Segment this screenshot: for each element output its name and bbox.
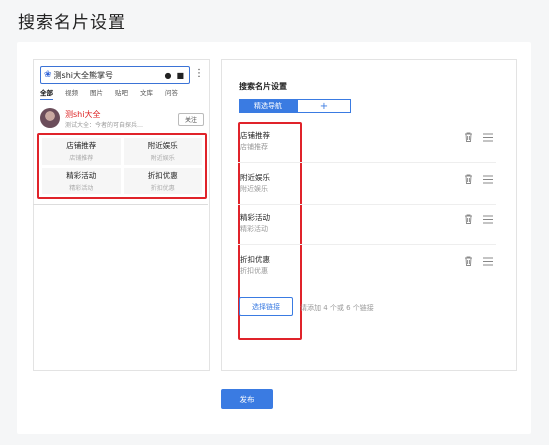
list-item[interactable]: 精彩活动 精彩活动 <box>238 212 496 252</box>
item-sub: 店铺推荐 <box>240 143 268 151</box>
grid-cell-title: 折扣优惠 <box>147 170 178 180</box>
preview-tab-wenku: 文库 <box>140 89 153 97</box>
grid-cell-title: 店铺推荐 <box>66 141 97 151</box>
drag-handle-icon[interactable] <box>483 175 493 184</box>
preview-tab-qa: 问答 <box>165 89 178 97</box>
preview-tab-image: 图片 <box>90 89 103 97</box>
trash-icon[interactable] <box>464 174 473 184</box>
preview-grid-cell: 店铺推荐 店铺推荐 <box>42 138 121 165</box>
preview-grid-cell: 附近娱乐 附近娱乐 <box>123 138 202 165</box>
choose-link-button[interactable]: 选择链接 <box>239 297 293 316</box>
avatar <box>40 108 60 128</box>
profile-desc: 测试大全：今者的可自探兵… <box>65 122 144 129</box>
drag-handle-icon[interactable] <box>483 257 493 266</box>
item-sub: 折扣优惠 <box>240 267 268 275</box>
list-item[interactable]: 店铺推荐 店铺推荐 <box>238 130 496 170</box>
page-title: 搜索名片设置 <box>18 13 126 33</box>
preview-grid-cell: 精彩活动 精彩活动 <box>42 167 121 194</box>
more-icon: ⋮ <box>194 68 204 79</box>
settings-tabs: 精选导航 + <box>239 99 351 113</box>
profile-name: 测shi大全 <box>65 110 101 119</box>
preview-divider <box>33 204 208 205</box>
baidu-paw-icon: ❀ <box>44 70 52 80</box>
row-divider <box>238 162 496 163</box>
grid-cell-sub: 折扣优惠 <box>150 184 175 192</box>
settings-title: 搜索名片设置 <box>239 82 287 91</box>
drag-handle-icon[interactable] <box>483 215 493 224</box>
trash-icon[interactable] <box>464 132 473 142</box>
tab-featured-nav[interactable]: 精选导航 <box>239 99 297 113</box>
grid-cell-title: 附近娱乐 <box>147 141 178 151</box>
item-title: 精彩活动 <box>240 213 270 222</box>
trash-icon[interactable] <box>464 256 473 266</box>
item-sub: 精彩活动 <box>240 225 268 233</box>
item-sub: 附近娱乐 <box>240 185 268 193</box>
preview-tab-video: 视频 <box>65 89 78 97</box>
trash-icon[interactable] <box>464 214 473 224</box>
grid-cell-sub: 附近娱乐 <box>150 155 175 163</box>
row-divider <box>238 244 496 245</box>
microphone-icon: ● <box>164 70 172 80</box>
list-item[interactable]: 折扣优惠 折扣优惠 <box>240 254 496 294</box>
camera-icon: ■ <box>176 70 184 80</box>
follow-button: 关注 <box>178 113 204 126</box>
settings-panel: 搜索名片设置 精选导航 + 店铺推荐 店铺推荐 附近娱乐 附近娱乐 精彩活动 精… <box>221 59 517 371</box>
preview-profile: 测shi大全 测试大全：今者的可自探兵… 关注 <box>40 106 205 132</box>
drag-handle-icon[interactable] <box>483 133 493 142</box>
preview-tab-all: 全部 <box>40 87 53 100</box>
preview-search-bar: ❀ 测shi大全熊掌号 ● ■ <box>40 66 190 84</box>
phone-preview: ❀ 测shi大全熊掌号 ● ■ ⋮ 全部 视频 图片 贴吧 文库 问答 测shi… <box>33 59 210 371</box>
grid-cell-sub: 精彩活动 <box>69 184 94 192</box>
grid-cell-sub: 店铺推荐 <box>69 155 94 163</box>
add-tab-button[interactable]: + <box>297 99 351 113</box>
preview-tab-tieba: 贴吧 <box>115 89 128 97</box>
preview-search-query: 测shi大全熊掌号 <box>53 70 114 80</box>
preview-grid-cell: 折扣优惠 折扣优惠 <box>123 167 202 194</box>
item-title: 折扣优惠 <box>240 255 270 264</box>
link-count-hint: 请添加 4 个或 6 个链接 <box>300 304 374 312</box>
item-title: 店铺推荐 <box>240 131 270 140</box>
publish-button[interactable]: 发布 <box>221 389 273 409</box>
grid-cell-title: 精彩活动 <box>66 170 97 180</box>
row-divider <box>238 204 496 205</box>
preview-tabs: 全部 视频 图片 贴吧 文库 问答 <box>40 87 205 100</box>
list-item[interactable]: 附近娱乐 附近娱乐 <box>238 172 496 212</box>
item-title: 附近娱乐 <box>240 173 270 182</box>
preview-nav-grid: 店铺推荐 店铺推荐 附近娱乐 附近娱乐 精彩活动 精彩活动 折扣优惠 折扣优惠 <box>37 133 207 199</box>
